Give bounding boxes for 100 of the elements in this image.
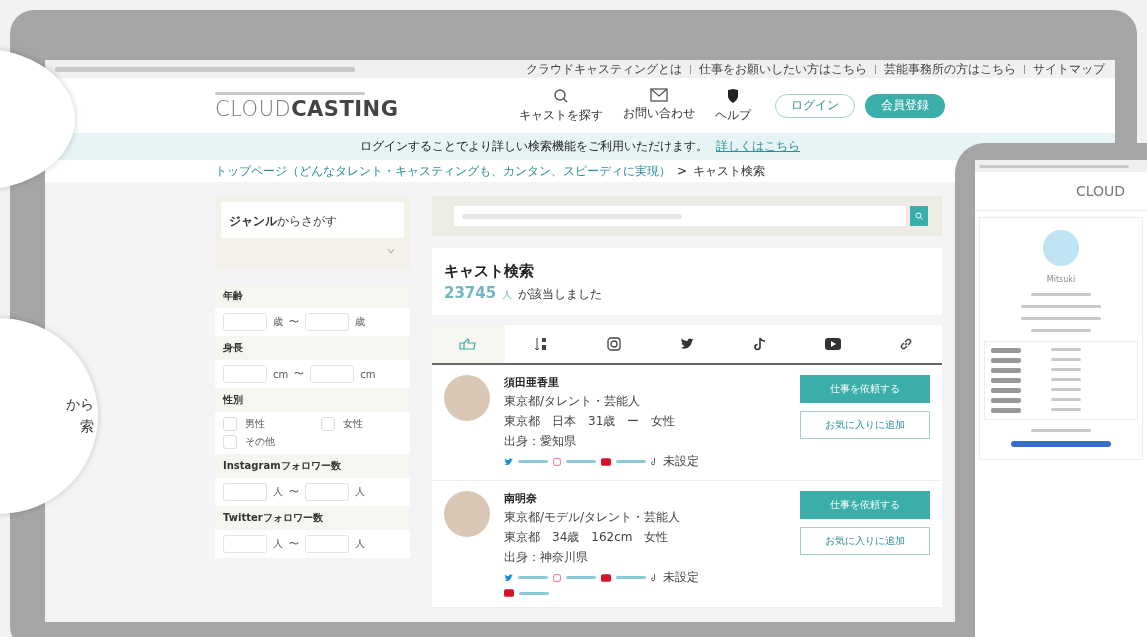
input-field[interactable] [305, 483, 349, 501]
music-note-icon [651, 457, 658, 466]
checkbox[interactable] [223, 435, 237, 449]
range-dash: 〜 [289, 315, 299, 329]
logo[interactable]: CLOUD [1075, 183, 1125, 199]
input-field[interactable] [223, 483, 267, 501]
text-blur [1051, 368, 1081, 371]
text-blur [1031, 429, 1091, 432]
filter-label: 年齢 [223, 289, 243, 303]
filter-label: 身長 [223, 341, 243, 355]
text-blur [1051, 378, 1081, 381]
bird-icon [680, 338, 694, 350]
music-note-icon [651, 573, 658, 582]
top-link[interactable]: 芸能事務所の方はこちら [884, 63, 1016, 75]
callout-text: 索 [80, 418, 94, 436]
breadcrumb-separator: > [677, 164, 688, 178]
search-icon [915, 212, 923, 220]
tiktok-status: 未設定 [663, 569, 699, 586]
logo[interactable]: CLOUDCASTING [215, 98, 399, 120]
cast-name[interactable]: 須田亜香里 [504, 375, 786, 390]
profile-name: Mitsuki [1046, 275, 1076, 284]
cast-origin: 出身：神奈川県 [504, 549, 589, 566]
favorite-button[interactable]: お気に入りに追加 [800, 411, 930, 439]
range-dash: 〜 [294, 367, 305, 381]
cast-origin: 出身：愛知県 [504, 433, 577, 450]
filter-label: Instagramフォロワー数 [223, 459, 341, 473]
nav-link[interactable]: ヘルプ [715, 87, 751, 124]
search-field[interactable] [454, 206, 906, 226]
thumbs-up-icon [459, 338, 478, 350]
follower-count-blur [616, 460, 646, 463]
checkbox[interactable] [223, 417, 237, 431]
cast-category: 東京都/タレント・芸能人 [504, 393, 642, 410]
search-icon [553, 87, 569, 104]
text-blur [1031, 293, 1091, 296]
music-note-icon [753, 337, 766, 351]
text-blur [991, 358, 1021, 363]
play-button-icon [601, 457, 611, 466]
favorite-button[interactable]: お気に入りに追加 [800, 527, 930, 555]
instagram-icon [553, 457, 561, 466]
nav-link[interactable]: お問い合わせ [623, 87, 695, 124]
text-blur [1031, 329, 1091, 332]
text-blur [991, 388, 1021, 393]
cast-name[interactable]: 南明奈 [504, 491, 786, 506]
checkbox[interactable] [321, 417, 335, 431]
play-button-icon [601, 573, 611, 582]
unit-label: 人 [273, 485, 283, 499]
checkbox-label: その他 [245, 435, 275, 449]
text-blur [1051, 358, 1081, 361]
input-field[interactable] [305, 535, 349, 553]
photo-placeholder [1043, 230, 1079, 266]
callout-text: から [66, 396, 94, 414]
top-link[interactable]: クラウドキャスティングとは [526, 63, 682, 75]
text-blur [991, 348, 1021, 353]
input-field[interactable] [223, 535, 267, 553]
unit-label: 人 [273, 537, 283, 551]
cast-details: 東京都 34歳 162cm 女性 [504, 529, 670, 546]
top-link[interactable]: サイトマップ [1033, 63, 1105, 75]
unit-label: 人 [355, 485, 365, 499]
count-unit: 人 [502, 288, 513, 302]
text-blur [991, 398, 1021, 403]
unit-label: cm [360, 368, 376, 380]
result-count: 23745 [444, 284, 497, 302]
checkbox-label: 男性 [245, 417, 265, 431]
follower-count-blur [519, 591, 549, 595]
unit-label: 歳 [273, 315, 283, 329]
link-icon [898, 337, 913, 351]
follower-count-blur [566, 460, 596, 463]
play-button-icon [504, 589, 514, 597]
shield-icon [727, 87, 739, 104]
input-field[interactable] [223, 313, 267, 331]
range-dash: 〜 [289, 485, 299, 499]
photo-placeholder [444, 375, 490, 421]
input-field[interactable] [310, 365, 355, 383]
text-blur [991, 368, 1021, 373]
login-button[interactable]: ログイン [775, 93, 855, 118]
input-field[interactable] [305, 313, 349, 331]
nav-link[interactable]: キャストを探す [519, 87, 603, 124]
instagram-icon [607, 337, 622, 351]
top-link[interactable]: 仕事をお願いしたい方はこちら [699, 63, 867, 75]
count-text: が該当しました [518, 286, 603, 303]
notice-link[interactable]: 詳しくはこちら [716, 138, 800, 155]
mail-icon [650, 87, 668, 102]
caret-icon [388, 248, 394, 254]
notice-text: ログインすることでより詳しい検索機能をご利用いただけます。 [360, 138, 708, 155]
genre-title: ジャンルからさがす [229, 214, 337, 228]
follower-count-blur [518, 576, 548, 579]
cast-details: 東京都 日本 31歳 ー 女性 [504, 413, 677, 430]
text-blur [1051, 398, 1081, 401]
bird-icon [504, 457, 513, 466]
filter-label: Twitterフォロワー数 [223, 511, 323, 525]
text-blur [1051, 348, 1081, 351]
breadcrumb-link[interactable]: トップページ（どんなタレント・キャスティングも、カンタン、スピーディに実現） [215, 162, 671, 180]
text-blur [1051, 388, 1081, 391]
instagram-icon [553, 573, 561, 582]
input-field[interactable] [223, 365, 267, 383]
unit-label: 歳 [355, 315, 365, 329]
unit-label: 人 [355, 537, 365, 551]
search-button[interactable] [910, 206, 928, 226]
unit-label: cm [273, 368, 289, 380]
range-dash: 〜 [289, 537, 299, 551]
